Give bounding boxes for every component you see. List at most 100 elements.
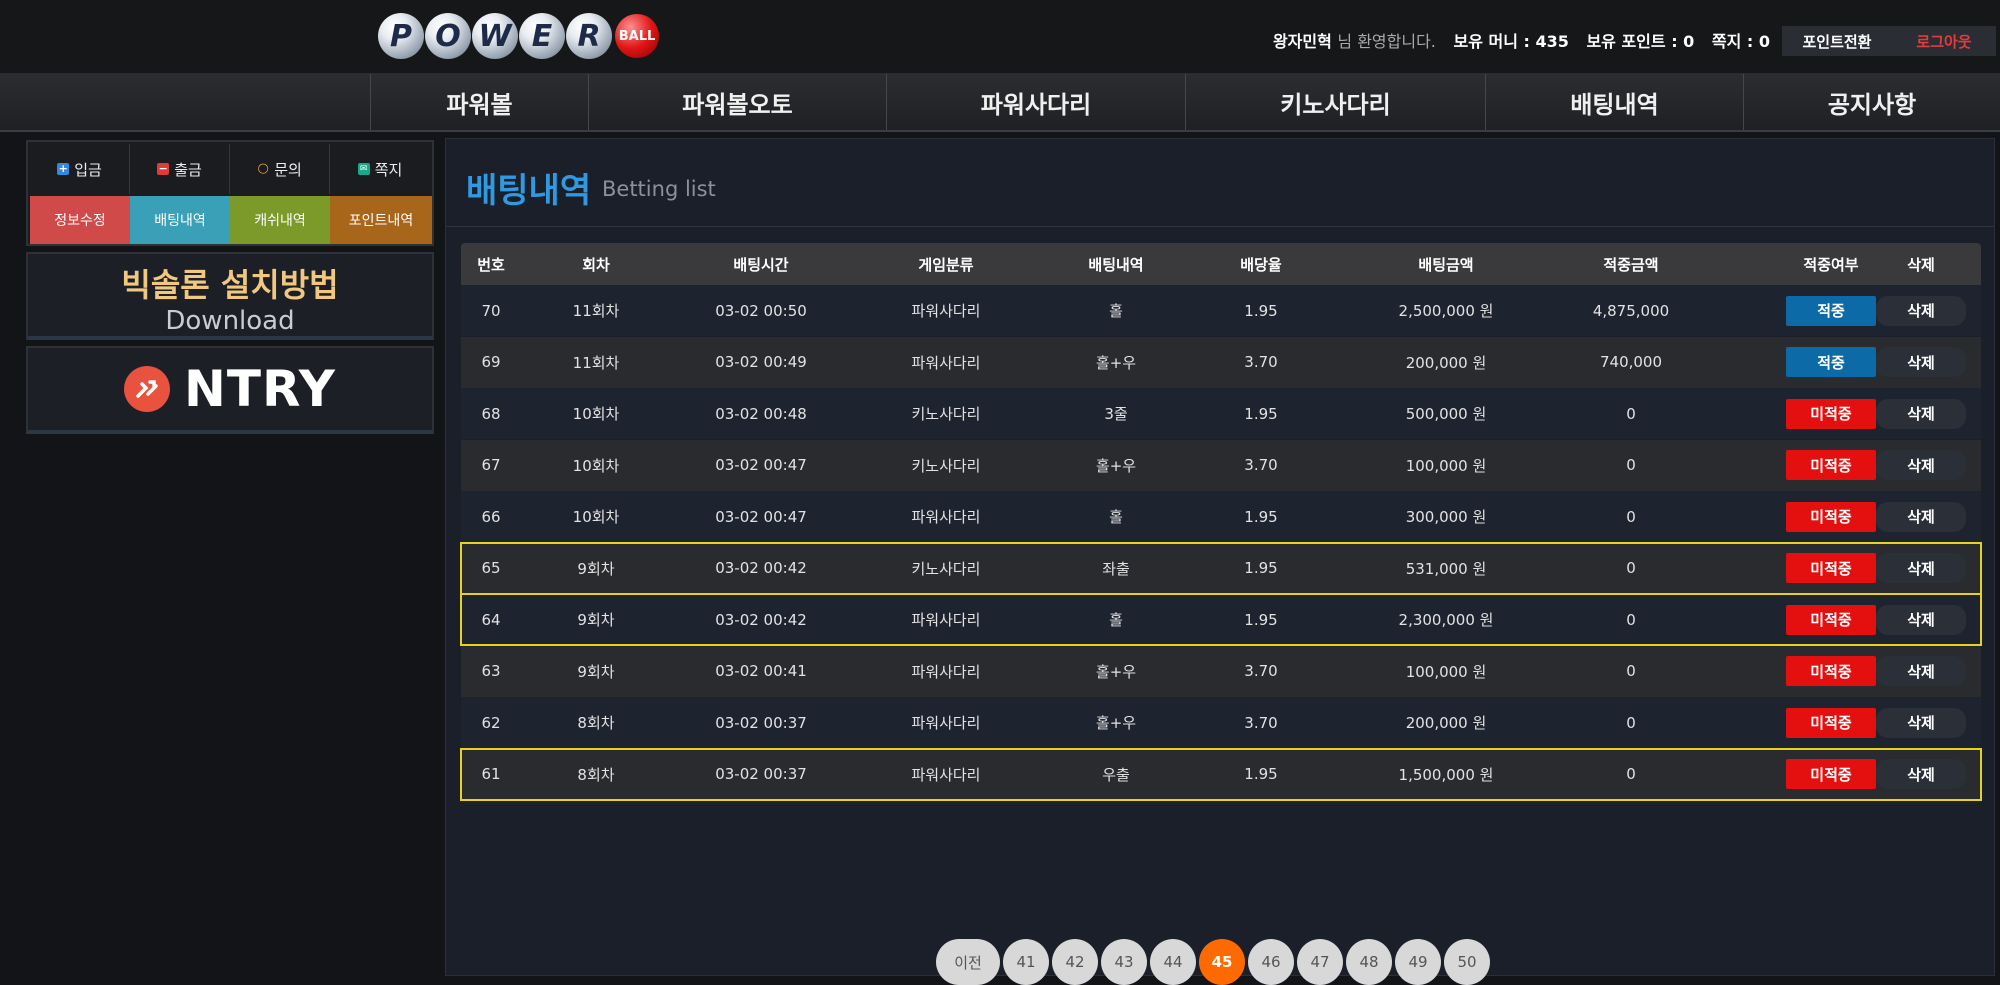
nav-item-powerball-auto[interactable]: 파워볼오토 — [588, 74, 886, 130]
sidebar-menu: + 입금 − 출금 ○ 문의 ✉ 쪽지 정보수정 배팅내역 캐쉬내역 포인트내역 — [26, 140, 434, 246]
delete-button[interactable]: 삭제 — [1876, 347, 1966, 377]
delete-button[interactable]: 삭제 — [1876, 604, 1966, 635]
cash-history-button[interactable]: 캐쉬내역 — [230, 196, 330, 244]
cell-delete: 삭제 — [1871, 646, 1971, 697]
cell-bet: 홀+우 — [1095, 456, 1137, 475]
page-button-42[interactable]: 42 — [1052, 939, 1098, 985]
delete-button[interactable]: 삭제 — [1876, 501, 1966, 532]
page-button-44[interactable]: 44 — [1150, 939, 1196, 985]
page-prev-button[interactable]: 이전 — [936, 939, 1000, 985]
cell-round: 9회차 — [577, 611, 615, 629]
delete-button[interactable]: 삭제 — [1876, 707, 1966, 738]
powerball-logo[interactable]: P O W E R BALL — [378, 6, 660, 66]
cell-amount: 100,000 원 — [1405, 456, 1487, 475]
point-history-button[interactable]: 포인트내역 — [330, 196, 432, 244]
logout-button[interactable]: 로그아웃 — [1892, 26, 1996, 56]
cell-odds: 1.95 — [1244, 610, 1278, 629]
delete-button[interactable]: 삭제 — [1876, 759, 1966, 789]
delete-button[interactable]: 삭제 — [1876, 450, 1966, 480]
delete-button[interactable]: 삭제 — [1876, 398, 1966, 429]
result-badge: 미적중 — [1786, 501, 1876, 532]
main-nav: 파워볼 파워볼오토 파워사다리 키노사다리 배팅내역 공지사항 — [0, 74, 2000, 132]
cell-bet: 3줄 — [1104, 405, 1128, 423]
nav-item-notice[interactable]: 공지사항 — [1743, 74, 2000, 130]
cell-odds: 1.95 — [1244, 559, 1278, 577]
top-bar: P O W E R BALL 왕자민혁 님 환영합니다. 보유 머니 : 435 보유 포… — [0, 0, 2000, 74]
result-badge: 미적중 — [1786, 553, 1876, 583]
cell-delete: 삭제 — [1871, 594, 1971, 645]
point-balance: 보유 포인트 : 0 — [1586, 32, 1695, 51]
header-game: 게임분류 — [918, 255, 974, 274]
cell-delete: 삭제 — [1871, 749, 1971, 800]
nav-item-powerball[interactable]: 파워볼 — [370, 74, 588, 130]
inquiry-button[interactable]: ○ 문의 — [230, 144, 330, 194]
cell-win-amount: 0 — [1626, 713, 1636, 732]
header-amount: 배팅금액 — [1418, 255, 1474, 274]
delete-button[interactable]: 삭제 — [1876, 656, 1966, 686]
logo-red-ball: BALL — [615, 14, 659, 58]
cell-bet: 홀 — [1109, 611, 1123, 629]
cell-time: 03-02 00:41 — [715, 662, 807, 680]
table-row: 69 11회차 03-02 00:49 파워사다리 홀+우 3.70 200,000 원 74… — [461, 336, 1981, 388]
withdraw-button[interactable]: − 출금 — [130, 144, 230, 194]
cell-bet: 홀+우 — [1095, 353, 1137, 372]
page-button-48[interactable]: 48 — [1346, 939, 1392, 985]
cell-delete: 삭제 — [1871, 491, 1971, 542]
logo-ball-e: E — [519, 13, 565, 59]
cell-no: 69 — [481, 353, 501, 371]
nav-item-power-ladder[interactable]: 파워사다리 — [886, 74, 1185, 130]
header-round: 회차 — [582, 255, 610, 274]
page-button-49[interactable]: 49 — [1395, 939, 1441, 985]
cell-amount: 1,500,000 원 — [1398, 765, 1494, 784]
minus-square-icon: − — [157, 162, 170, 175]
cell-win-amount: 740,000 — [1599, 353, 1663, 371]
betting-list-panel: 배팅내역 Betting list 번호 회차 배팅시간 게임분류 배팅내역 배당율 배팅금… — [445, 138, 1995, 985]
page-button-47[interactable]: 47 — [1297, 939, 1343, 985]
deposit-button[interactable]: + 입금 — [30, 144, 130, 194]
cell-time: 03-02 00:42 — [715, 610, 807, 629]
cell-win-amount: 0 — [1626, 662, 1636, 680]
cell-round: 8회차 — [577, 714, 615, 732]
point-convert-button[interactable]: 포인트전환 — [1782, 26, 1892, 56]
edit-info-button[interactable]: 정보수정 — [30, 196, 130, 244]
page-button-41[interactable]: 41 — [1003, 939, 1049, 985]
delete-button[interactable]: 삭제 — [1876, 553, 1966, 583]
table-row: 67 10회차 03-02 00:47 키노사다리 홀+우 3.70 100,000 원 0 미… — [461, 439, 1981, 491]
install-guide-banner[interactable]: 빅솔론 설치방법 Download — [26, 252, 434, 340]
cell-bet: 홀+우 — [1095, 714, 1137, 732]
memo-button[interactable]: ✉ 쪽지 — [330, 144, 430, 194]
cell-amount: 200,000 원 — [1405, 353, 1487, 372]
cell-round: 9회차 — [577, 662, 615, 681]
cell-no: 63 — [481, 662, 501, 680]
delete-button[interactable]: 삭제 — [1876, 295, 1966, 326]
cell-time: 03-02 00:37 — [715, 713, 807, 732]
cell-odds: 3.70 — [1244, 353, 1278, 371]
header-odds: 배당율 — [1240, 255, 1282, 274]
money-balance: 보유 머니 : 435 — [1453, 32, 1569, 51]
page-button-46[interactable]: 46 — [1248, 939, 1294, 985]
betting-history-button[interactable]: 배팅내역 — [130, 196, 230, 244]
logo-ball-r: R — [566, 13, 612, 59]
cell-no: 66 — [481, 507, 501, 526]
envelope-icon: ✉ — [357, 163, 370, 175]
page-title: 배팅내역 — [466, 171, 592, 211]
cell-delete: 삭제 — [1871, 543, 1971, 594]
cell-time: 03-02 00:37 — [715, 765, 807, 783]
download-label: Download — [165, 306, 295, 336]
withdraw-label: 출금 — [174, 160, 202, 179]
cell-game: 파워사다리 — [911, 662, 981, 681]
page-button-50[interactable]: 50 — [1444, 939, 1490, 985]
cell-odds: 3.70 — [1244, 456, 1278, 474]
nav-item-keno-ladder[interactable]: 키노사다리 — [1185, 74, 1485, 130]
cell-odds: 1.95 — [1244, 507, 1278, 526]
memo-count: 쪽지 : 0 — [1711, 32, 1770, 51]
cell-win-amount: 0 — [1626, 404, 1636, 423]
greeting-text: 님 환영합니다. — [1337, 32, 1436, 51]
page-button-45[interactable]: 45 — [1199, 939, 1245, 985]
page-button-43[interactable]: 43 — [1101, 939, 1147, 985]
nav-item-betting-history[interactable]: 배팅내역 — [1485, 74, 1743, 130]
table-row: 62 8회차 03-02 00:37 파워사다리 홀+우 3.70 200,000 원 0 미적… — [461, 697, 1981, 748]
ntry-banner[interactable]: NTRY — [26, 346, 434, 434]
cell-odds: 1.95 — [1244, 301, 1278, 320]
result-badge: 미적중 — [1786, 398, 1876, 429]
